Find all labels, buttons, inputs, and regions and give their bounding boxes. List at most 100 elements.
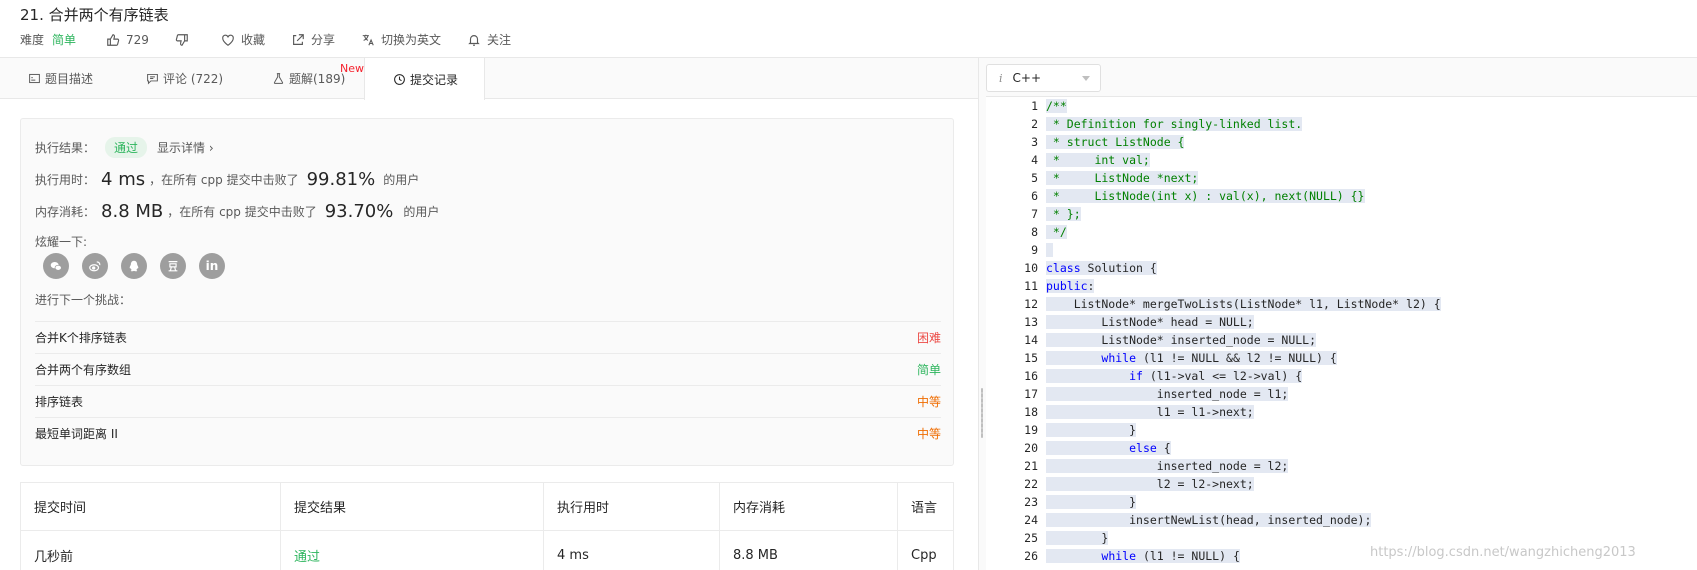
tab-description[interactable]: 题目描述 xyxy=(28,58,93,99)
tab-submissions[interactable]: 提交记录 xyxy=(364,58,486,100)
line-number: 22 xyxy=(1024,477,1038,491)
document-icon xyxy=(29,73,40,84)
drag-handle[interactable] xyxy=(981,388,983,438)
flask-icon xyxy=(273,73,284,84)
follow-label: 关注 xyxy=(486,33,511,47)
code-line: * ListNode(int x) : val(x), next(NULL) {… xyxy=(1046,189,1365,203)
code-line: * Definition for singly-linked list. xyxy=(1046,117,1303,131)
runtime-label: 执行用时： xyxy=(35,173,96,187)
challenge-list: 合并K个排序链表 困难 合并两个有序数组 简单 排序链表 中等 最短单词距离 I… xyxy=(35,321,941,449)
memory-suffix: 的用户 xyxy=(403,205,440,219)
tab-comments-label: 评论 (722) xyxy=(163,72,224,86)
wechat-icon[interactable] xyxy=(43,253,69,279)
code-line: else { xyxy=(1046,439,1441,457)
runtime-value: 4 ms xyxy=(101,169,146,190)
memory-percent: 93.70% xyxy=(324,201,394,222)
tab-solutions[interactable]: 题解(189) xyxy=(272,58,345,99)
tab-submissions-label: 提交记录 xyxy=(410,72,459,87)
qq-icon[interactable] xyxy=(121,253,147,279)
comment-icon xyxy=(147,73,158,85)
favorite-label: 收藏 xyxy=(240,33,265,47)
line-number: 23 xyxy=(1024,495,1038,509)
switch-language-label: 切换为英文 xyxy=(380,33,441,47)
language-select[interactable]: i C++ xyxy=(986,64,1101,92)
result-label: 执行结果： xyxy=(35,141,96,155)
line-number: 4 xyxy=(1031,153,1038,167)
header-language: 语言 xyxy=(911,501,938,516)
code-line: inserted_node = l2; xyxy=(1046,459,1289,473)
like-button[interactable]: 729 xyxy=(106,33,149,47)
line-number: 12 xyxy=(1024,297,1038,311)
watermark: https://blog.csdn.net/wangzhicheng2013 xyxy=(1370,545,1636,560)
line-number: 15 xyxy=(1024,351,1038,365)
line-number: 6 xyxy=(1031,189,1038,203)
memory-label: 内存消耗： xyxy=(35,205,96,219)
runtime-suffix: 的用户 xyxy=(383,173,420,187)
weibo-icon[interactable] xyxy=(82,253,108,279)
code-line: class Solution { xyxy=(1046,261,1157,275)
code-line: inserted_node = l1; xyxy=(1046,387,1289,401)
code-content[interactable]: /** * Definition for singly-linked list.… xyxy=(1046,97,1441,565)
challenge-item[interactable]: 最短单词距离 II 中等 xyxy=(35,417,941,449)
header-submit-result: 提交结果 xyxy=(281,483,544,530)
runtime-text: ，在所有 cpp 提交中击败了 xyxy=(149,173,299,187)
tab-solutions-label: 题解(189) xyxy=(289,72,346,86)
line-number: 10 xyxy=(1024,261,1038,275)
cell-submit-time: 几秒前 xyxy=(21,531,281,570)
problem-meta: 难度 简单 729 收藏 分享 切换为英文 关注 xyxy=(20,31,537,48)
code-line: l1 = l1->next; xyxy=(1046,405,1254,419)
show-details-link[interactable]: 显示详情 › xyxy=(157,139,214,156)
cell-memory: 8.8 MB xyxy=(720,531,898,570)
line-number: 14 xyxy=(1024,333,1038,347)
challenge-level: 中等 xyxy=(916,395,941,409)
left-tabs: 题目描述 评论 (722) 题解(189) New 提交记录 xyxy=(0,58,978,100)
result-row: 执行结果： 通过 显示详情 › xyxy=(35,137,214,158)
tab-comments[interactable]: 评论 (722) xyxy=(146,58,223,99)
dislike-button[interactable] xyxy=(175,33,195,47)
submission-result-link[interactable]: 通过 xyxy=(294,546,320,565)
heart-icon xyxy=(222,34,234,46)
linkedin-icon[interactable]: in xyxy=(199,253,225,279)
line-number: 3 xyxy=(1031,135,1038,149)
line-number: 5 xyxy=(1031,171,1038,185)
line-number: 8 xyxy=(1031,225,1038,239)
challenge-name: 合并K个排序链表 xyxy=(35,331,127,345)
follow-button[interactable]: 关注 xyxy=(467,31,511,48)
challenge-item[interactable]: 排序链表 中等 xyxy=(35,385,941,417)
code-line: /** xyxy=(1046,99,1067,113)
tab-description-label: 题目描述 xyxy=(45,72,94,86)
switch-language-button[interactable]: 切换为英文 xyxy=(361,31,441,48)
favorite-button[interactable]: 收藏 xyxy=(221,31,265,48)
challenge-item[interactable]: 合并K个排序链表 困难 xyxy=(35,321,941,353)
code-line: * ListNode *next; xyxy=(1046,171,1199,185)
line-number: 26 xyxy=(1024,549,1038,563)
runtime-percent: 99.81% xyxy=(306,169,376,190)
douban-icon[interactable] xyxy=(160,253,186,279)
line-number: 20 xyxy=(1024,441,1038,455)
code-editor[interactable]: 1 2 3 4 5 6 7 8 9 10 11 12 13 14 15 16 17 18 19 20 21 22 23 24 2… xyxy=(986,97,1697,570)
challenge-name: 最短单词距离 II xyxy=(35,427,118,441)
code-line: insertNewList(head, inserted_node); xyxy=(1046,513,1372,527)
like-count: 729 xyxy=(126,32,149,47)
editor-toolbar: i C++ xyxy=(986,58,1697,97)
bell-icon xyxy=(468,34,480,46)
pane-splitter[interactable] xyxy=(978,58,986,570)
info-icon: i xyxy=(999,71,1003,85)
share-button[interactable]: 分享 xyxy=(291,31,335,48)
line-number: 25 xyxy=(1024,531,1038,545)
memory-text: ，在所有 cpp 提交中击败了 xyxy=(167,205,317,219)
clock-icon xyxy=(394,73,405,85)
line-number: 17 xyxy=(1024,387,1038,401)
header-submit-time: 提交时间 xyxy=(21,483,281,530)
cell-runtime: 4 ms xyxy=(544,531,720,570)
line-number: 16 xyxy=(1024,369,1038,383)
line-number: 9 xyxy=(1031,243,1038,257)
next-challenge-label: 进行下一个挑战： xyxy=(35,293,132,307)
problem-title: 21. 合并两个有序链表 xyxy=(20,6,169,24)
line-number: 18 xyxy=(1024,405,1038,419)
language-value: C++ xyxy=(1012,71,1042,85)
challenge-item[interactable]: 合并两个有序数组 简单 xyxy=(35,353,941,385)
line-number: 21 xyxy=(1024,459,1038,473)
code-line: } xyxy=(1046,423,1137,437)
thumbs-up-icon xyxy=(107,33,120,46)
